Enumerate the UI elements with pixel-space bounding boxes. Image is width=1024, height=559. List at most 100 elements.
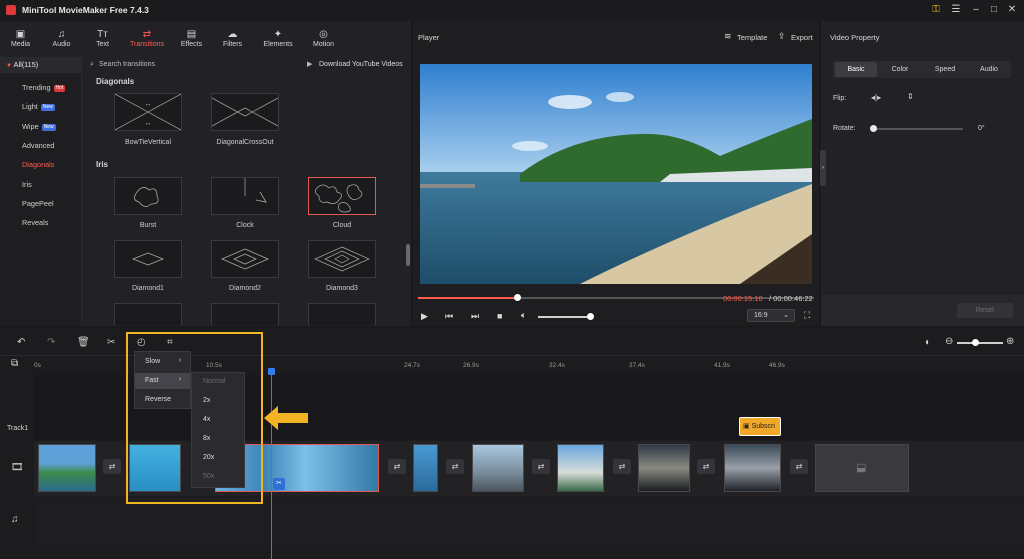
motion-icon: ◎ — [319, 29, 328, 40]
toolbar-effects[interactable]: ▤ Effects — [171, 21, 212, 55]
toolbar-motion[interactable]: ◎ Motion — [303, 21, 344, 55]
toolbar-media[interactable]: ▣ Media — [0, 21, 41, 55]
aspect-select[interactable]: 16:9 ⌄ — [747, 309, 795, 322]
reset-button[interactable]: Reset — [957, 303, 1013, 318]
transition-slot[interactable]: ⇄ — [446, 459, 464, 474]
fullscreen-icon[interactable]: ⛶ — [804, 310, 810, 321]
toolbar-transitions[interactable]: ⇄ Transitions — [123, 21, 171, 55]
category-all[interactable]: ▼ All(115) — [0, 57, 82, 73]
audio-icon: ♫ — [57, 29, 66, 40]
split-icon[interactable]: ✂ — [107, 337, 115, 348]
add-track-icon[interactable]: ⧉ — [11, 358, 18, 369]
zoom-slider[interactable] — [957, 342, 1003, 344]
library-scrollbar[interactable] — [406, 244, 410, 266]
zoom-in-icon[interactable]: ⊕ — [1006, 336, 1014, 347]
hot-badge: Hot — [53, 84, 66, 92]
search-input[interactable]: Search transitions — [99, 61, 155, 68]
transition-slot[interactable]: ⇄ — [697, 459, 715, 474]
transition-label: Diamond2 — [229, 285, 261, 292]
transition-diagonalcrossout[interactable] — [211, 93, 279, 131]
transition-partial[interactable] — [114, 303, 182, 325]
subtitle-icon: ▣ — [743, 423, 750, 430]
video-track-icon: 🎞︎ — [11, 462, 24, 473]
category-diagonals[interactable]: Diagonals — [22, 160, 54, 169]
svg-text:↔: ↔ — [145, 101, 152, 108]
category-advanced[interactable]: Advanced — [22, 141, 54, 150]
key-icon[interactable]: ⚿ — [928, 4, 944, 16]
cloud-icon — [315, 184, 363, 213]
category-iris[interactable]: Iris — [22, 180, 32, 189]
close-button[interactable]: ✕ — [1004, 4, 1020, 16]
youtube-icon: ▶ — [307, 61, 313, 68]
menu-icon[interactable]: ☰ — [948, 4, 964, 16]
prev-frame-icon[interactable]: ⏮ — [445, 311, 453, 322]
transition-burst[interactable] — [114, 177, 182, 215]
tab-color[interactable]: Color — [878, 62, 922, 77]
flip-horizontal-icon[interactable]: ◂|▸ — [871, 93, 881, 102]
zoom-handle[interactable] — [972, 339, 979, 346]
rotate-slider[interactable] — [873, 128, 963, 130]
video-clip[interactable] — [472, 444, 524, 492]
volume-slider[interactable] — [538, 316, 592, 318]
add-media-placeholder[interactable]: ⬓ — [815, 444, 909, 492]
transition-partial[interactable] — [308, 303, 376, 325]
category-wipe[interactable]: Wipe New — [22, 122, 56, 131]
category-trending[interactable]: Trending Hot — [22, 83, 66, 92]
crossout-icon — [211, 97, 279, 127]
transition-bowtievertical[interactable]: ↔ ↔ — [114, 93, 182, 131]
scissor-marker-icon[interactable]: ✂ — [273, 478, 285, 490]
playback-handle[interactable] — [514, 294, 521, 301]
panel-collapse-handle[interactable]: › — [820, 150, 826, 186]
transition-clock[interactable] — [211, 177, 279, 215]
transition-cloud[interactable] — [308, 177, 376, 215]
flip-vertical-icon[interactable]: ⇕ — [907, 92, 914, 101]
fit-icon[interactable]: ◐ — [925, 337, 931, 348]
video-clip[interactable] — [38, 444, 96, 492]
volume-handle[interactable] — [587, 313, 594, 320]
transition-diamond3[interactable] — [308, 240, 376, 278]
video-clip[interactable] — [413, 444, 438, 492]
library-panel: ▣ Media ♫ Audio Tт Text ⇄ Transitions ▤ Effec… — [0, 21, 411, 326]
toolbar-audio[interactable]: ♫ Audio — [41, 21, 82, 55]
redo-icon[interactable]: ↷ — [47, 337, 55, 348]
export-button[interactable]: Export — [791, 33, 813, 42]
tab-basic[interactable]: Basic — [835, 62, 877, 77]
next-frame-icon[interactable]: ⏭ — [471, 311, 479, 322]
subtitle-clip[interactable]: ▣ Subscri — [739, 417, 781, 436]
tab-speed[interactable]: Speed — [923, 62, 967, 77]
category-light[interactable]: Light New — [22, 102, 55, 111]
rotate-handle[interactable] — [870, 125, 877, 132]
transition-partial[interactable] — [211, 303, 279, 325]
playhead-handle[interactable] — [268, 368, 275, 375]
video-clip[interactable] — [724, 444, 781, 492]
toolbar-elements[interactable]: ✦ Elements — [253, 21, 303, 55]
ruler-label: 46.9s — [769, 362, 785, 369]
transition-slot[interactable]: ⇄ — [532, 459, 550, 474]
toolbar-filters[interactable]: ☁ Filters — [212, 21, 253, 55]
elements-icon: ✦ — [273, 29, 283, 40]
transition-slot[interactable]: ⇄ — [388, 459, 406, 474]
toolbar-text[interactable]: Tт Text — [82, 21, 123, 55]
rotate-label: Rotate: — [833, 125, 856, 132]
template-button[interactable]: Template — [737, 33, 767, 42]
transition-slot[interactable]: ⇄ — [613, 459, 631, 474]
category-reveals[interactable]: Reveals — [22, 218, 48, 227]
transition-slot[interactable]: ⇄ — [790, 459, 808, 474]
transition-diamond2[interactable] — [211, 240, 279, 278]
download-youtube-link[interactable]: Download YouTube Videos — [319, 61, 403, 68]
stop-icon[interactable]: ■ — [497, 311, 502, 321]
play-icon[interactable]: ▶ — [421, 311, 428, 322]
zoom-out-icon[interactable]: ⊖ — [945, 336, 953, 347]
transition-slot[interactable]: ⇄ — [103, 459, 121, 474]
undo-icon[interactable]: ↶ — [17, 337, 25, 348]
volume-icon[interactable]: 🔈︎ — [521, 310, 526, 321]
video-clip[interactable] — [557, 444, 604, 492]
minimize-button[interactable]: – — [968, 4, 984, 16]
delete-icon[interactable]: 🗑︎ — [77, 337, 90, 348]
diamond2-icon — [220, 248, 270, 270]
maximize-button[interactable]: □ — [986, 4, 1002, 16]
video-clip[interactable] — [638, 444, 690, 492]
category-pagepeel[interactable]: PagePeel — [22, 199, 54, 208]
tab-audio[interactable]: Audio — [967, 62, 1011, 77]
transition-diamond1[interactable] — [114, 240, 182, 278]
